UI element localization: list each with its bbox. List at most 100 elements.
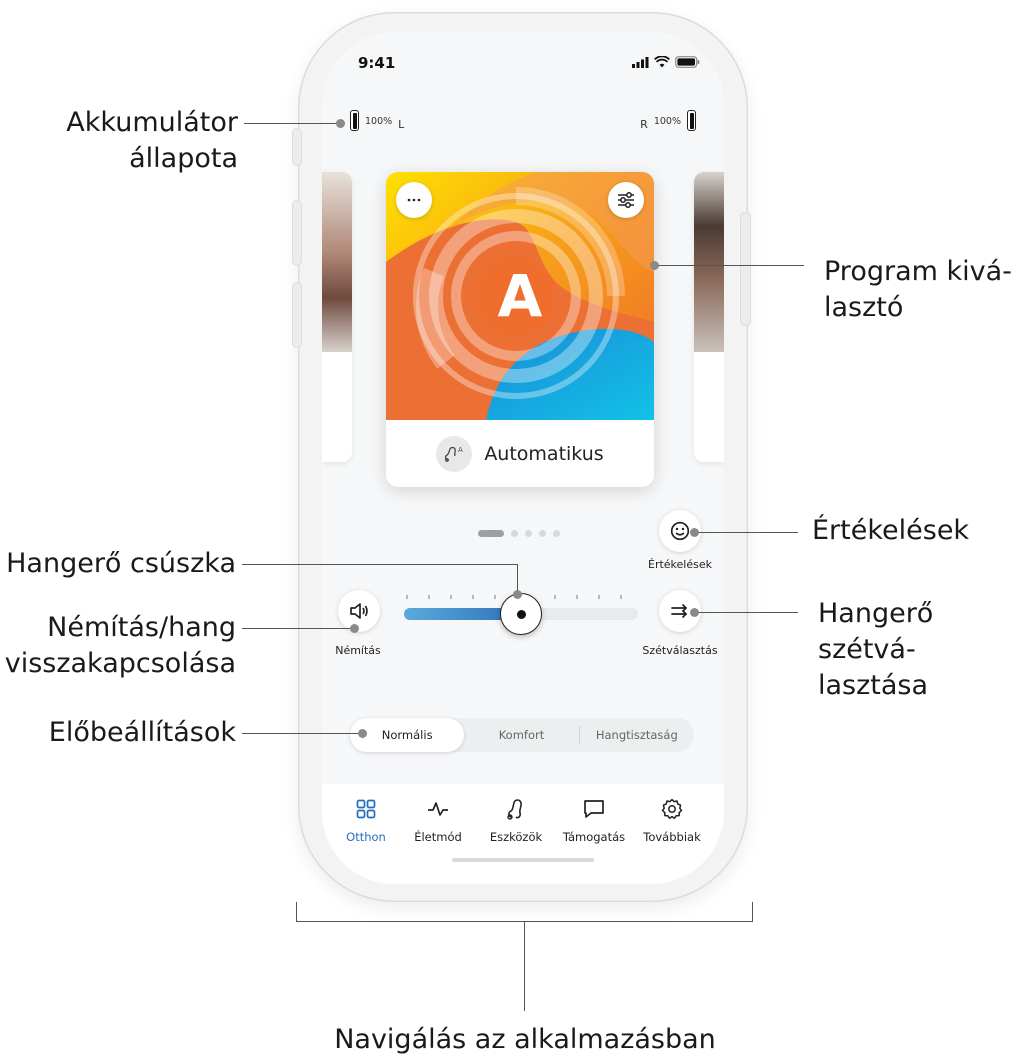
pager-dot-active[interactable] <box>478 530 504 537</box>
program-name: Automatikus <box>484 442 604 465</box>
split-label: Szétválasztás <box>642 644 718 657</box>
callout-dot-volume <box>513 590 522 599</box>
signal-icon <box>632 56 649 68</box>
callout-line-split <box>694 612 798 614</box>
program-selector-card[interactable]: A A Automatikus <box>386 172 654 487</box>
slider-tick <box>494 595 496 599</box>
slider-tick <box>554 595 556 599</box>
program-card-previous[interactable] <box>322 172 352 462</box>
battery-left-percent: 100% <box>365 116 393 127</box>
phone-battery-icon <box>675 56 700 68</box>
battery-right-percent: 100% <box>653 116 681 127</box>
program-menu-button[interactable] <box>396 182 432 218</box>
home-indicator <box>452 858 594 862</box>
pulse-icon <box>428 802 448 816</box>
callout-dot-presets <box>358 729 367 738</box>
ellipsis-icon <box>407 198 421 202</box>
callout-volume-slider: Hangerő csúszka <box>6 548 236 579</box>
pager-dot[interactable] <box>525 530 532 537</box>
phone-side-button <box>292 128 302 166</box>
chat-icon <box>584 800 604 818</box>
program-letter: A <box>497 262 543 330</box>
tab-support[interactable]: Támogatás <box>556 796 632 844</box>
slider-tick <box>598 595 600 599</box>
hearing-aid-icon <box>507 799 523 820</box>
battery-right-icon <box>687 110 696 131</box>
tab-home-label: Otthon <box>346 830 386 844</box>
callout-presets: Előbeállítások <box>48 717 236 748</box>
slider-tick <box>576 595 578 599</box>
ratings-label: Értékelések <box>648 558 712 571</box>
callout-dot-ratings <box>690 528 699 537</box>
battery-right: R 100% <box>640 110 696 131</box>
callout-ratings: Értékelések <box>812 515 970 546</box>
tab-support-label: Támogatás <box>562 830 626 844</box>
mute-button[interactable] <box>338 590 380 632</box>
callout-program-line2: lasztó <box>824 292 904 323</box>
sliders-icon <box>618 192 634 208</box>
callout-line-battery <box>244 123 340 125</box>
slider-tick <box>472 595 474 599</box>
callout-battery-line2: állapota <box>129 143 238 174</box>
callout-battery-line1: Akkumulátor <box>66 107 238 138</box>
program-card-previous-photo <box>322 172 352 352</box>
program-card-footer: A Automatikus <box>386 420 654 487</box>
status-time: 9:41 <box>358 54 396 72</box>
presets-segmented-control[interactable]: Normális Komfort Hangtisztaság <box>350 718 694 752</box>
tab-more[interactable]: Továbbiak <box>634 796 710 844</box>
callout-dot-split <box>690 608 699 617</box>
callout-line-volume <box>242 564 518 566</box>
callout-dot-mute <box>350 624 359 633</box>
callout-mute-line2: visszakapcsolása <box>4 648 236 679</box>
tab-home[interactable]: Otthon <box>328 796 404 844</box>
tab-lifestyle[interactable]: Életmód <box>400 796 476 844</box>
program-pager[interactable] <box>478 530 560 537</box>
callout-split-line1: Hangerő szétvá- <box>818 598 934 665</box>
callout-line-presets <box>242 733 362 735</box>
callout-dot-program <box>650 261 659 270</box>
tab-devices-label: Eszközök <box>489 830 543 844</box>
slider-tick <box>450 595 452 599</box>
callout-mute: Némítás/hang visszakapcsolása <box>0 610 236 682</box>
nav-bracket-right <box>752 902 754 922</box>
callout-program-line1: Program kivá- <box>824 256 1012 287</box>
svg-text:A: A <box>458 446 463 454</box>
program-card-next-photo <box>694 172 724 352</box>
tab-lifestyle-label: Életmód <box>414 830 462 844</box>
slider-tick <box>406 595 408 599</box>
volume-slider-thumb[interactable] <box>500 593 542 635</box>
phone-side-button <box>740 212 751 326</box>
preset-option-normal[interactable]: Normális <box>350 718 465 752</box>
callout-line-program <box>654 265 804 267</box>
program-card-next[interactable] <box>694 172 724 462</box>
preset-option-clarity[interactable]: Hangtisztaság <box>580 718 694 752</box>
grid-icon <box>356 799 376 819</box>
split-arrows-icon <box>671 604 688 618</box>
pager-dot[interactable] <box>511 530 518 537</box>
smiley-icon <box>670 521 690 541</box>
callout-line-mute <box>242 628 354 630</box>
callout-line-ratings <box>694 532 798 534</box>
callout-split-line2: lasztása <box>818 670 929 701</box>
preset-option-comfort[interactable]: Komfort <box>464 718 578 752</box>
tab-devices[interactable]: Eszközök <box>478 796 554 844</box>
slider-tick <box>620 595 622 599</box>
pager-dot[interactable] <box>553 530 560 537</box>
slider-tick <box>428 595 430 599</box>
wifi-icon <box>654 56 670 68</box>
pager-dot[interactable] <box>539 530 546 537</box>
speaker-icon <box>350 603 368 619</box>
callout-battery: Akkumulátor állapota <box>20 105 238 177</box>
nav-bracket-stem <box>524 921 526 1011</box>
battery-left-icon <box>350 110 359 131</box>
phone-side-button <box>292 200 302 266</box>
hearing-aid-auto-icon: A <box>436 435 473 472</box>
callout-dot-battery <box>336 119 345 128</box>
nav-bracket-left <box>296 902 298 922</box>
program-settings-button[interactable] <box>608 182 644 218</box>
bottom-tab-bar: Otthon Életmód Eszközök Támogatás Tovább… <box>322 784 724 884</box>
status-icons <box>632 56 700 68</box>
battery-left: 100% L <box>350 110 404 131</box>
tab-more-label: Továbbiak <box>643 830 701 844</box>
mute-label: Némítás <box>335 644 381 657</box>
